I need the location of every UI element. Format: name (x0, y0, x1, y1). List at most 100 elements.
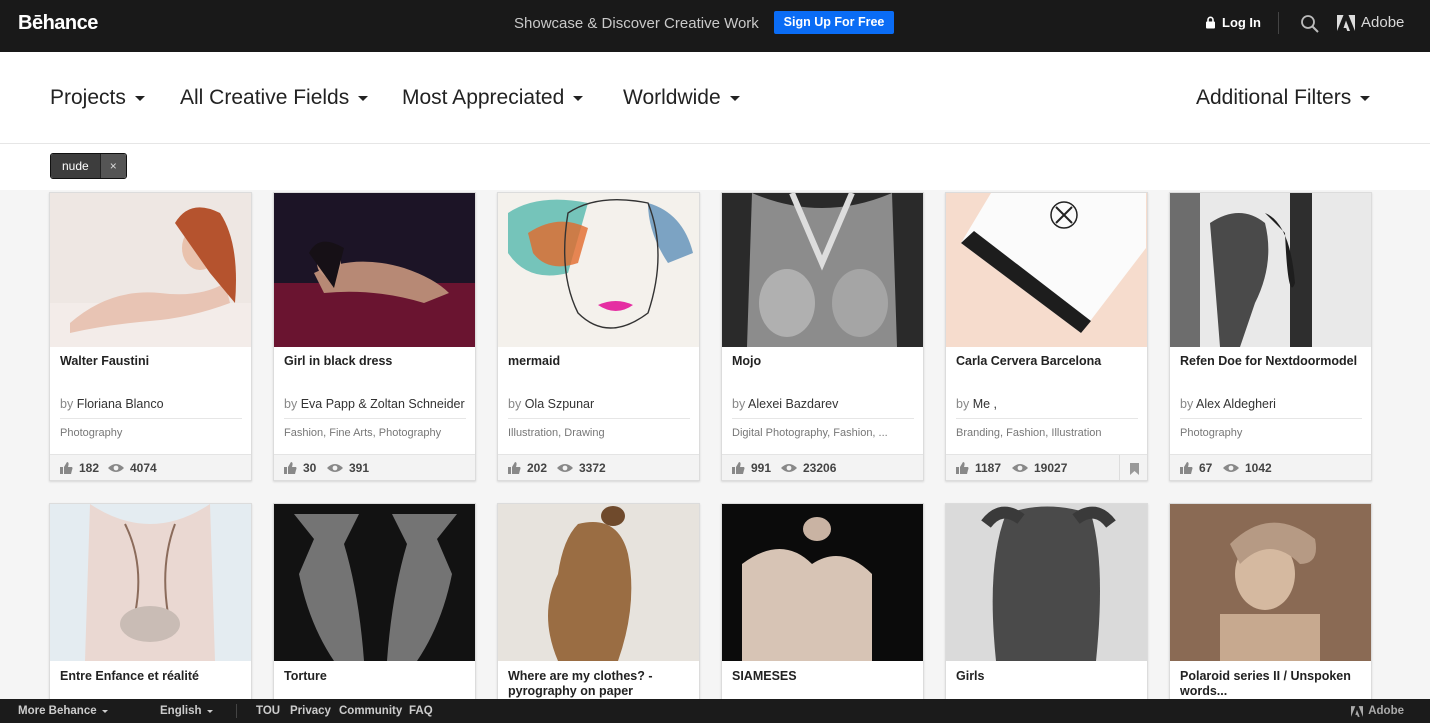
project-title[interactable]: Girl in black dress (284, 354, 469, 369)
community-link[interactable]: Community (339, 705, 402, 717)
project-title[interactable]: Walter Faustini (60, 354, 245, 369)
project-card[interactable]: Carla Cervera Barcelona by Me , Branding… (945, 192, 1148, 481)
footer-adobe-link[interactable]: Adobe (1351, 705, 1404, 717)
projects-dropdown-label: Projects (50, 86, 126, 109)
project-card[interactable]: Entre Enfance et réalité (49, 503, 252, 703)
project-title[interactable]: SIAMESES (732, 669, 917, 684)
project-owner[interactable]: by Me , (956, 397, 1139, 411)
sort-dropdown[interactable]: Most Appreciated (402, 86, 584, 110)
creative-fields-dropdown[interactable]: All Creative Fields (180, 86, 369, 110)
project-fields[interactable]: Digital Photography, Fashion, ... (732, 427, 915, 439)
project-thumbnail[interactable] (1170, 504, 1372, 661)
views-stat: 19027 (1012, 461, 1067, 475)
footer-bar: More Behance English TOU Privacy Communi… (0, 699, 1430, 723)
project-fields[interactable]: Fashion, Fine Arts, Photography (284, 427, 467, 439)
project-owner[interactable]: by Alex Aldegheri (1180, 397, 1363, 411)
owner-name[interactable]: Ola Szpunar (525, 397, 594, 411)
project-card[interactable]: Mojo by Alexei Bazdarev Digital Photogra… (721, 192, 924, 481)
project-card[interactable]: SIAMESES (721, 503, 924, 703)
owner-name[interactable]: Floriana Blanco (77, 397, 164, 411)
appreciations-stat: 202 (508, 461, 547, 475)
views-count: 3372 (579, 461, 606, 475)
remove-tag-button[interactable]: × (99, 154, 126, 178)
additional-filters-dropdown[interactable]: Additional Filters (1196, 86, 1371, 110)
project-fields[interactable]: Photography (1180, 427, 1363, 439)
project-card[interactable]: Refen Doe for Nextdoormodel by Alex Alde… (1169, 192, 1372, 481)
appreciations-count: 182 (79, 461, 100, 475)
project-thumbnail[interactable] (498, 504, 700, 661)
owner-name[interactable]: Eva Papp & Zoltan Schneider (301, 397, 465, 411)
project-owner[interactable]: by Floriana Blanco (60, 397, 243, 411)
project-owner[interactable]: by Ola Szpunar (508, 397, 691, 411)
thumbs-up-icon (1180, 462, 1193, 474)
faq-link[interactable]: FAQ (409, 705, 433, 717)
project-title[interactable]: Where are my clothes? - pyrography on pa… (508, 669, 693, 699)
project-thumbnail[interactable] (50, 504, 252, 661)
views-stat: 3372 (557, 461, 606, 475)
project-title[interactable]: Torture (284, 669, 469, 684)
project-thumbnail[interactable] (722, 193, 924, 347)
project-card[interactable]: Where are my clothes? - pyrography on pa… (497, 503, 700, 703)
views-count: 19027 (1034, 461, 1068, 475)
project-owner[interactable]: by Eva Papp & Zoltan Schneider (284, 397, 467, 411)
language-menu[interactable]: English (160, 705, 213, 717)
behance-logo[interactable]: Bēhance (18, 12, 98, 35)
by-label: by (60, 397, 74, 411)
project-title[interactable]: mermaid (508, 354, 693, 369)
eye-icon (781, 464, 797, 472)
eye-icon (1223, 464, 1239, 472)
privacy-link[interactable]: Privacy (290, 705, 331, 717)
more-behance-menu[interactable]: More Behance (18, 705, 108, 717)
project-thumbnail[interactable] (498, 193, 700, 347)
eye-icon (108, 464, 124, 472)
project-owner[interactable]: by Alexei Bazdarev (732, 397, 915, 411)
project-title[interactable]: Mojo (732, 354, 917, 369)
log-in-link[interactable]: Log In (1205, 15, 1261, 30)
project-fields[interactable]: Branding, Fashion, Illustration (956, 427, 1139, 439)
adobe-logo-icon (1351, 705, 1364, 717)
project-title[interactable]: Refen Doe for Nextdoormodel (1180, 354, 1365, 369)
log-in-label: Log In (1222, 15, 1261, 30)
project-title[interactable]: Polaroid series II / Unspoken words... (1180, 669, 1365, 699)
project-card[interactable]: Girls (945, 503, 1148, 703)
project-thumbnail[interactable] (50, 193, 252, 347)
project-stats: 991 23206 (722, 454, 923, 480)
project-card[interactable]: Girl in black dress by Eva Papp & Zoltan… (273, 192, 476, 481)
project-thumbnail[interactable] (274, 504, 476, 661)
appreciations-stat: 1187 (956, 461, 1001, 475)
sort-label: Most Appreciated (402, 86, 565, 109)
project-thumbnail[interactable] (946, 504, 1148, 661)
project-thumbnail[interactable] (274, 193, 476, 347)
search-tag-label: nude (51, 154, 100, 178)
save-button[interactable] (1119, 455, 1147, 480)
owner-name[interactable]: Alex Aldegheri (1196, 397, 1276, 411)
location-dropdown[interactable]: Worldwide (623, 86, 740, 110)
project-fields[interactable]: Illustration, Drawing (508, 427, 691, 439)
project-title[interactable]: Carla Cervera Barcelona (956, 354, 1141, 369)
owner-name[interactable]: Me , (973, 397, 997, 411)
adobe-link[interactable]: Adobe (1337, 14, 1404, 31)
additional-filters-label: Additional Filters (1196, 86, 1352, 109)
project-thumbnail[interactable] (1170, 193, 1372, 347)
views-count: 1042 (1245, 461, 1272, 475)
projects-dropdown[interactable]: Projects (50, 86, 145, 110)
project-card[interactable]: Walter Faustini by Floriana Blanco Photo… (49, 192, 252, 481)
thumbs-up-icon (732, 462, 745, 474)
chevron-down-icon (101, 709, 108, 713)
project-thumbnail[interactable] (722, 504, 924, 661)
project-title[interactable]: Girls (956, 669, 1141, 684)
tou-link[interactable]: TOU (256, 705, 280, 717)
project-fields[interactable]: Photography (60, 427, 243, 439)
by-label: by (508, 397, 522, 411)
project-card[interactable]: Polaroid series II / Unspoken words... (1169, 503, 1372, 703)
chevron-down-icon (134, 95, 145, 101)
sign-up-button[interactable]: Sign Up For Free (774, 11, 894, 34)
search-icon[interactable] (1300, 14, 1320, 34)
owner-name[interactable]: Alexei Bazdarev (748, 397, 838, 411)
project-thumbnail[interactable] (946, 193, 1148, 347)
project-title[interactable]: Entre Enfance et réalité (60, 669, 245, 684)
chevron-down-icon (358, 95, 369, 101)
project-card[interactable]: Torture (273, 503, 476, 703)
by-label: by (284, 397, 298, 411)
project-card[interactable]: mermaid by Ola Szpunar Illustration, Dra… (497, 192, 700, 481)
